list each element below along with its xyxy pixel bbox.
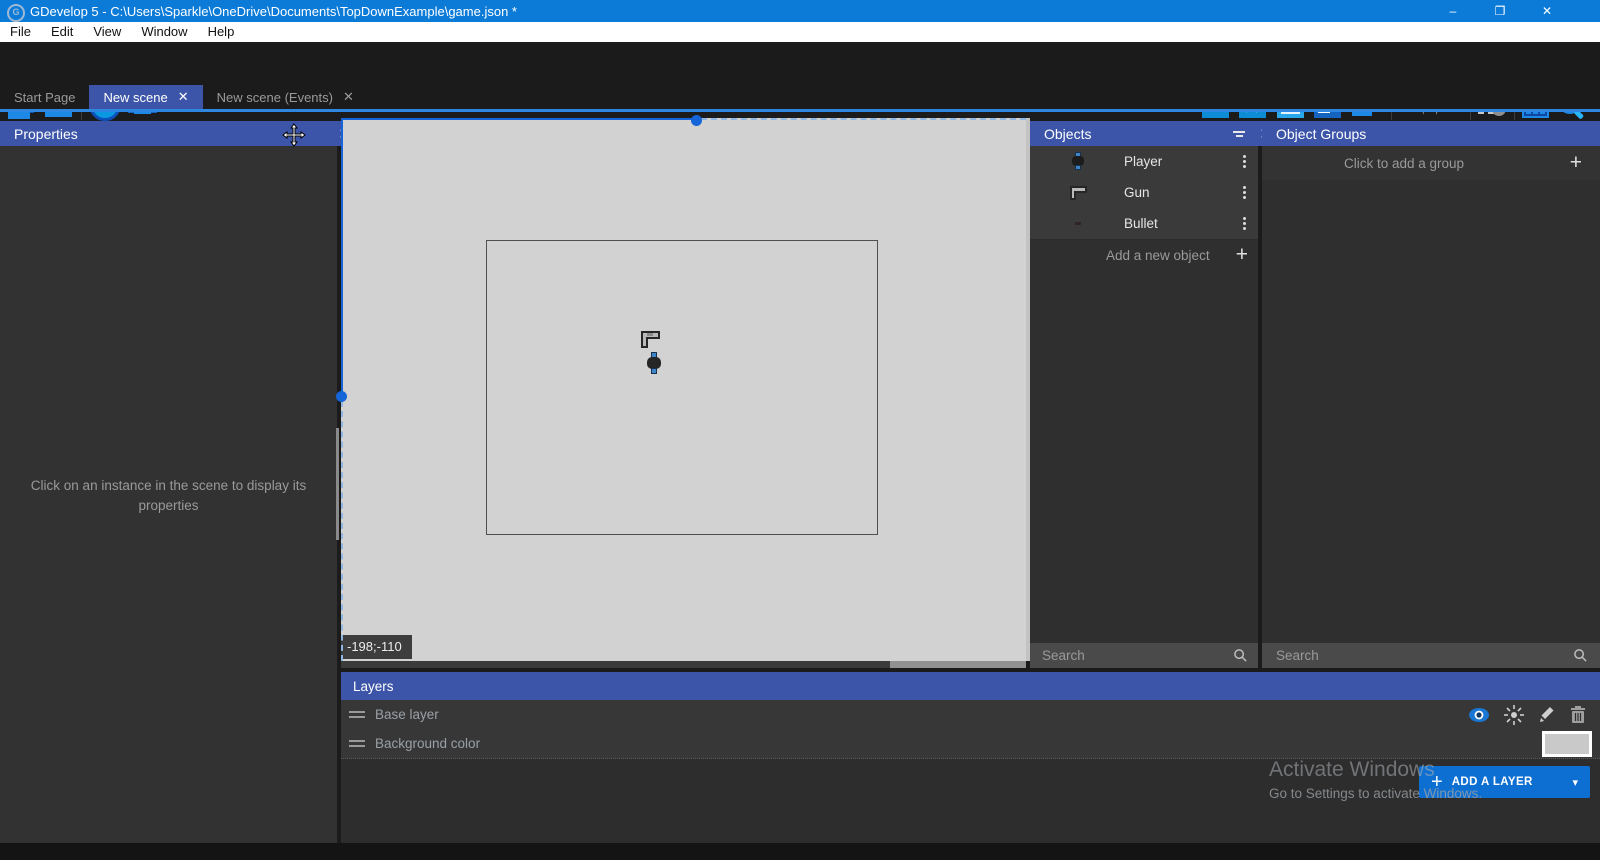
layer-name: Base layer	[375, 707, 439, 722]
tab-label: New scene	[103, 90, 167, 105]
layer-row-base[interactable]: Base layer	[341, 700, 1600, 730]
restore-button[interactable]: ❐	[1483, 0, 1517, 22]
object-groups-search-input[interactable]	[1274, 647, 1529, 664]
cursor-coordinates-badge: -198;-110	[341, 635, 412, 659]
add-new-object-row[interactable]: Add a new object +	[1030, 239, 1258, 271]
tab-label: New scene (Events)	[217, 90, 333, 105]
watermark-line2: Go to Settings to activate Windows.	[1269, 786, 1482, 801]
properties-empty-message: Click on an instance in the scene to dis…	[20, 476, 317, 516]
selection-border-top-dashed	[701, 118, 1026, 120]
menu-edit[interactable]: Edit	[41, 22, 83, 42]
object-menu-kebab-icon[interactable]	[1243, 186, 1246, 199]
gun-sprite-icon	[1070, 186, 1087, 200]
object-row-gun[interactable]: Gun	[1030, 177, 1258, 209]
gdevelop-window: G GDevelop 5 - C:\Users\Sparkle\OneDrive…	[0, 0, 1600, 860]
menu-view[interactable]: View	[83, 22, 131, 42]
drag-handle-icon[interactable]	[349, 740, 365, 747]
add-object-label: Add a new object	[1106, 248, 1210, 263]
title-bar: G GDevelop 5 - C:\Users\Sparkle\OneDrive…	[0, 0, 1600, 22]
effects-icon[interactable]	[1504, 705, 1524, 725]
drag-handle-icon[interactable]	[349, 711, 365, 718]
object-row-bullet[interactable]: Bullet	[1030, 208, 1258, 240]
objects-search-bar[interactable]	[1030, 643, 1258, 668]
object-groups-panel-title: Object Groups	[1276, 126, 1366, 142]
selection-border-left-solid	[341, 118, 343, 392]
menu-help[interactable]: Help	[198, 22, 245, 42]
layers-panel-header: Layers ✕	[341, 672, 1600, 700]
tab-new-scene-events[interactable]: New scene (Events) ✕	[203, 85, 368, 109]
delete-trash-icon[interactable]	[1570, 706, 1586, 724]
player-sprite-icon	[1072, 152, 1084, 171]
menu-window[interactable]: Window	[131, 22, 197, 42]
scene-canvas[interactable]: -198;-110	[341, 118, 1026, 661]
layer-row-background-color[interactable]: Background color	[341, 729, 1600, 759]
objects-search-input[interactable]	[1040, 647, 1210, 664]
gdevelop-logo-icon: G	[7, 4, 25, 22]
horizontal-scrollbar-thumb[interactable]	[890, 661, 1026, 668]
add-group-plus-icon[interactable]: +	[1570, 151, 1582, 175]
edit-pencil-icon[interactable]	[1538, 706, 1556, 724]
object-name: Gun	[1124, 185, 1150, 200]
tab-label: Start Page	[14, 90, 75, 105]
tab-close-icon[interactable]: ✕	[343, 89, 354, 105]
watermark-line1: Activate Windows	[1269, 758, 1435, 782]
vertical-scrollbar-thumb[interactable]	[336, 428, 339, 540]
close-button[interactable]: ✕	[1530, 0, 1564, 22]
tab-close-icon[interactable]: ✕	[178, 89, 189, 105]
selection-border-top-solid	[341, 118, 697, 120]
horizontal-scrollbar-track[interactable]	[341, 661, 1026, 668]
filter-icon[interactable]	[1233, 131, 1245, 137]
gun-instance[interactable]	[641, 331, 660, 348]
chevron-down-icon[interactable]: ▾	[1572, 776, 1578, 789]
add-object-plus-icon[interactable]: +	[1236, 243, 1248, 267]
active-tab-underline	[0, 109, 1600, 112]
menu-bar: File Edit View Window Help	[0, 22, 1600, 42]
properties-panel-title: Properties	[14, 126, 78, 142]
main-toolbar: 1:1	[0, 42, 1600, 85]
move-cursor	[282, 123, 306, 147]
bullet-sprite-icon	[1075, 222, 1081, 225]
menu-file[interactable]: File	[0, 22, 41, 42]
object-groups-panel-body: Click to add a group +	[1262, 146, 1600, 668]
window-title: GDevelop 5 - C:\Users\Sparkle\OneDrive\D…	[30, 4, 517, 19]
object-menu-kebab-icon[interactable]	[1243, 217, 1246, 230]
tab-new-scene[interactable]: New scene ✕	[89, 85, 202, 109]
search-icon	[1233, 648, 1248, 663]
object-name: Bullet	[1124, 216, 1158, 231]
selection-handle-left[interactable]	[336, 391, 347, 402]
editor-tab-bar: Start Page New scene ✕ New scene (Events…	[0, 85, 1600, 109]
object-name: Player	[1124, 154, 1162, 169]
visibility-eye-icon[interactable]	[1468, 707, 1490, 723]
window-bottom-strip	[0, 843, 1600, 860]
objects-panel-title: Objects	[1044, 126, 1091, 142]
color-swatch[interactable]	[1542, 731, 1592, 757]
objects-panel-body: Player Gun Bullet Add a new object +	[1030, 146, 1258, 668]
scene-window-rectangle	[486, 240, 878, 535]
minimize-button[interactable]: –	[1436, 0, 1470, 22]
object-row-player[interactable]: Player	[1030, 146, 1258, 178]
add-group-row[interactable]: Click to add a group +	[1262, 146, 1600, 180]
add-group-label: Click to add a group	[1344, 156, 1464, 171]
selection-border-left-dashed	[341, 401, 343, 661]
tab-start-page[interactable]: Start Page	[0, 85, 89, 109]
selection-handle-top[interactable]	[691, 115, 702, 126]
object-menu-kebab-icon[interactable]	[1243, 155, 1246, 168]
objects-panel-header: Objects ✕	[1030, 121, 1258, 146]
properties-panel-body: Click on an instance in the scene to dis…	[0, 146, 337, 843]
player-instance[interactable]	[647, 352, 661, 374]
object-groups-search-bar[interactable]	[1262, 643, 1600, 668]
search-icon	[1573, 648, 1588, 663]
layers-panel-title: Layers	[353, 679, 394, 694]
layer-name: Background color	[375, 736, 480, 751]
object-groups-panel-header: Object Groups ✕	[1262, 121, 1600, 146]
